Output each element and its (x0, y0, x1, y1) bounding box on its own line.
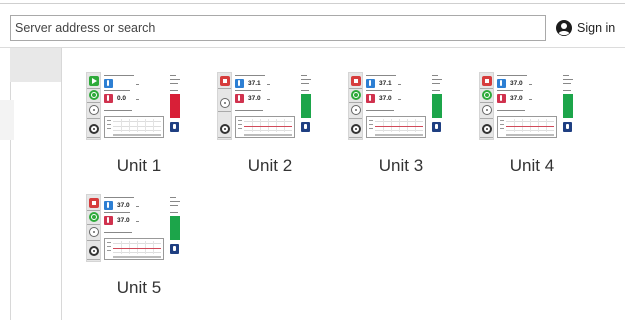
sidebar (10, 48, 62, 320)
fan-icon[interactable] (89, 105, 99, 115)
gear-icon[interactable] (89, 124, 99, 134)
temperature-profile-graph (104, 238, 164, 260)
thermometer-icon (104, 79, 113, 88)
temperature-profile-graph (235, 116, 295, 138)
thermometer-icon (366, 79, 375, 88)
unit-name: Unit 2 (247, 156, 293, 175)
status-indicator (170, 216, 180, 240)
sync-icon[interactable] (351, 90, 361, 100)
sign-in-label: Sign in (577, 21, 616, 35)
sign-in-button[interactable]: Sign in (556, 15, 615, 41)
play-icon[interactable] (89, 76, 99, 86)
thermometer-icon (235, 79, 244, 88)
set-thermometer-icon (104, 216, 113, 225)
fan-icon[interactable] (89, 227, 99, 237)
unit-name: Unit 1 (116, 156, 162, 175)
thermometer-icon (104, 201, 113, 210)
control-toolbar (86, 194, 101, 262)
set-temperature: 37.0 (510, 95, 523, 102)
manual-control-icon[interactable] (170, 244, 179, 254)
unit-card[interactable]: 37.0 37.0 (86, 194, 198, 302)
gear-icon[interactable] (351, 124, 361, 134)
manual-control-icon[interactable] (432, 122, 441, 132)
set-temperature: 37.0 (117, 217, 130, 224)
sync-icon[interactable] (482, 90, 492, 100)
stop-icon[interactable] (220, 76, 230, 86)
thermometer-icon (497, 79, 506, 88)
sidebar-edge-tab (0, 100, 14, 140)
top-divider (0, 3, 625, 4)
sidebar-active-item[interactable] (10, 48, 61, 82)
temperature-profile-graph (497, 116, 557, 138)
search-box[interactable] (10, 15, 546, 41)
manual-control-icon[interactable] (301, 122, 310, 132)
current-temperature: 37.0 (117, 202, 130, 209)
status-indicator (432, 94, 442, 118)
set-temperature: 0.0 (117, 95, 127, 102)
unit-name: Unit 3 (378, 156, 424, 175)
control-toolbar (217, 72, 232, 140)
current-temperature: 37.0 (510, 80, 523, 87)
status-panel (432, 72, 446, 140)
manual-control-icon[interactable] (170, 122, 179, 132)
sync-icon[interactable] (89, 212, 99, 222)
manual-control-icon[interactable] (563, 122, 572, 132)
current-temperature: 37.1 (379, 80, 392, 87)
fan-icon[interactable] (220, 98, 230, 108)
sync-icon[interactable] (89, 90, 99, 100)
gear-icon[interactable] (220, 124, 230, 134)
stop-icon[interactable] (351, 76, 361, 86)
unit-name: Unit 4 (509, 156, 555, 175)
unit-card[interactable]: 37.0 37.0 (479, 72, 591, 180)
fan-icon[interactable] (482, 105, 492, 115)
unit-card[interactable]: 37.1 37.0 (217, 72, 329, 180)
gear-icon[interactable] (482, 124, 492, 134)
temperature-panel: 37.0 37.0 (497, 72, 559, 140)
status-panel (170, 194, 184, 262)
control-toolbar (86, 72, 101, 140)
set-thermometer-icon (497, 94, 506, 103)
temperature-panel: 37.1 37.0 (366, 72, 428, 140)
set-thermometer-icon (235, 94, 244, 103)
unit-card[interactable]: 37.1 37.0 (348, 72, 460, 180)
status-panel (563, 72, 577, 140)
unit-thumbnail[interactable]: 37.0 37.0 (479, 72, 585, 142)
unit-name: Unit 5 (116, 278, 162, 297)
stop-icon[interactable] (482, 76, 492, 86)
temperature-profile-graph (104, 116, 164, 138)
control-toolbar (479, 72, 494, 140)
temperature-panel: 37.1 37.0 (235, 72, 297, 140)
set-temperature: 37.0 (248, 95, 261, 102)
unit-card[interactable]: 0.0 Unit 1 (86, 72, 198, 180)
set-thermometer-icon (366, 94, 375, 103)
status-indicator (170, 94, 180, 118)
stop-icon[interactable] (89, 198, 99, 208)
status-panel (301, 72, 315, 140)
control-toolbar (348, 72, 363, 140)
set-temperature: 37.0 (379, 95, 392, 102)
top-bar: Sign in (0, 0, 625, 48)
temperature-panel: 0.0 (104, 72, 166, 140)
status-panel (170, 72, 184, 140)
unit-thumbnail[interactable]: 37.1 37.0 (217, 72, 323, 142)
status-indicator (563, 94, 573, 118)
user-icon (556, 20, 572, 36)
unit-thumbnail[interactable]: 37.0 37.0 (86, 194, 192, 264)
units-grid: 0.0 Unit 1 37.1 37.0 Unit 2 37.1 37.0 Un… (62, 48, 625, 320)
set-thermometer-icon (104, 94, 113, 103)
unit-thumbnail[interactable]: 0.0 (86, 72, 192, 142)
fan-icon[interactable] (351, 105, 361, 115)
status-indicator (301, 94, 311, 118)
unit-thumbnail[interactable]: 37.1 37.0 (348, 72, 454, 142)
temperature-panel: 37.0 37.0 (104, 194, 166, 262)
search-input[interactable] (11, 16, 545, 40)
gear-icon[interactable] (89, 246, 99, 256)
temperature-profile-graph (366, 116, 426, 138)
current-temperature: 37.1 (248, 80, 261, 87)
